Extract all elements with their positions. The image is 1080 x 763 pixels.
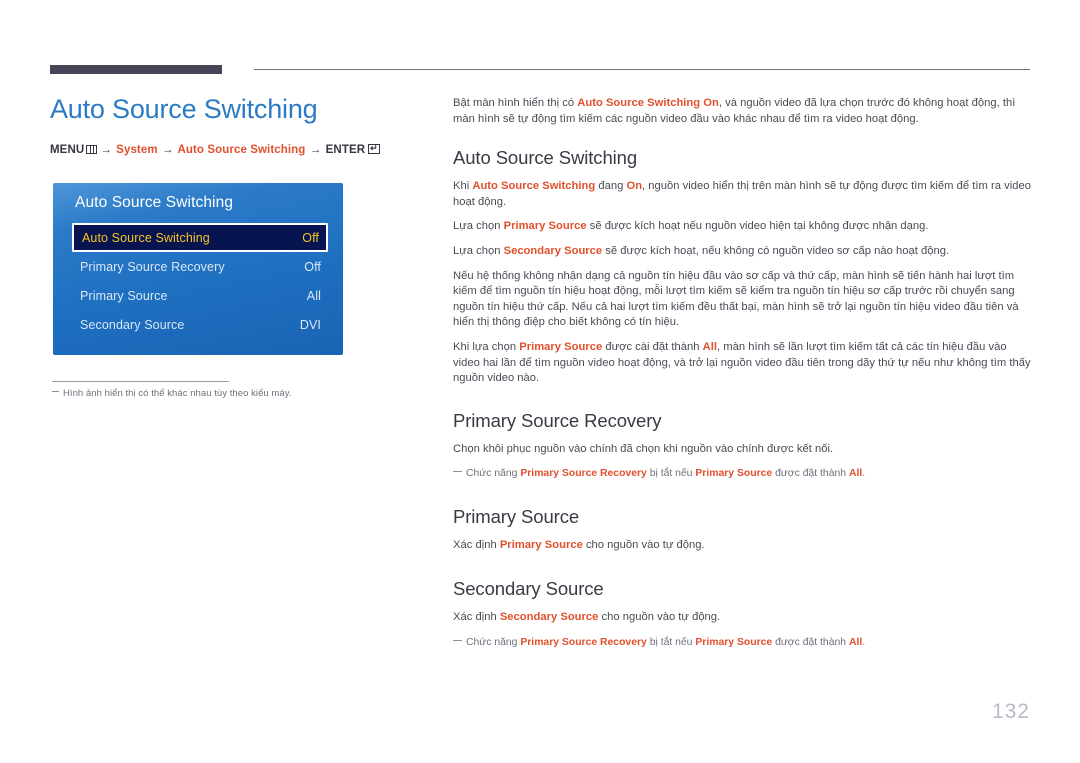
page-title: Auto Source Switching bbox=[50, 94, 318, 124]
menu-path-prefix: MENU bbox=[50, 144, 85, 156]
osd-row-label: Secondary Source bbox=[80, 317, 185, 332]
text-run: đang bbox=[595, 180, 627, 193]
left-footnote: Hình ảnh hiển thị có thể khác nhau tùy t… bbox=[52, 388, 392, 399]
osd-row-label: Primary Source Recovery bbox=[80, 259, 225, 274]
menu-grid-icon bbox=[86, 145, 98, 154]
section-paragraph: Chọn khôi phục nguồn vào chính đã chọn k… bbox=[453, 442, 1031, 458]
section-paragraph: Khi lựa chọn Primary Source được cài đặt… bbox=[453, 340, 1031, 387]
osd-panel-title: Auto Source Switching bbox=[75, 194, 234, 211]
text-run: Bật màn hình hiển thị có bbox=[453, 97, 578, 109]
footnote-dash-icon bbox=[453, 471, 462, 473]
highlight-term: Primary Source Recovery bbox=[520, 636, 647, 648]
text-run: Lựa chọn bbox=[453, 244, 504, 257]
left-column: Auto Source Switching MENU → System → Aut… bbox=[50, 92, 430, 156]
text-run: cho nguồn vào tự động. bbox=[598, 610, 721, 623]
section-note: Chức năng Primary Source Recovery bị tắt… bbox=[453, 466, 1031, 481]
text-run: . bbox=[862, 468, 866, 480]
text-run: được đặt thành bbox=[772, 636, 849, 648]
osd-row-value: DVI bbox=[299, 317, 321, 332]
text-run: Chức năng bbox=[466, 636, 521, 648]
page-number: 132 bbox=[991, 700, 1030, 723]
text-run: Nếu hệ thống không nhận dạng cả nguồn tí… bbox=[453, 269, 1019, 329]
highlight-term: Auto Source Switching On bbox=[577, 97, 719, 109]
osd-row-label: Auto Source Switching bbox=[82, 230, 210, 245]
osd-row-auto-source-switching[interactable]: Auto Source Switching Off bbox=[72, 223, 328, 252]
section-paragraph: Khi Auto Source Switching đang On, nguồn… bbox=[453, 179, 1031, 210]
highlight-term: Primary Source bbox=[695, 636, 773, 648]
footnote-dash-icon bbox=[453, 639, 462, 641]
osd-row-primary-source-recovery[interactable]: Primary Source Recovery Off bbox=[72, 252, 328, 281]
osd-row-primary-source[interactable]: Primary Source All bbox=[72, 281, 328, 310]
section-paragraph: Lựa chọn Secondary Source sẽ được kích h… bbox=[453, 244, 1031, 260]
section-note: Chức năng Primary Source Recovery bị tắt… bbox=[453, 635, 1031, 650]
highlight-term: All bbox=[848, 468, 863, 480]
section-heading: Auto Source Switching bbox=[453, 147, 638, 169]
highlight-term: All bbox=[702, 340, 717, 353]
text-run: Lựa chọn bbox=[453, 220, 504, 233]
highlight-term: Secondary Source bbox=[499, 610, 599, 623]
menu-path-breadcrumb: MENU → System → Auto Source Switching → E… bbox=[50, 144, 430, 156]
text-run: được cài đặt thành bbox=[602, 340, 703, 353]
highlight-term: Auto Source Switching bbox=[472, 180, 596, 193]
menu-path-arrow-2: → bbox=[161, 144, 174, 156]
section-heading: Secondary Source bbox=[453, 577, 604, 599]
highlight-term: On bbox=[626, 180, 643, 193]
menu-path-arrow-1: → bbox=[100, 144, 112, 156]
text-run: bị tắt nếu bbox=[646, 636, 696, 648]
text-run: . bbox=[862, 636, 866, 648]
highlight-term: Secondary Source bbox=[503, 244, 603, 257]
section-secondary-source: Secondary Source Xác định Secondary Sourc… bbox=[453, 578, 1031, 650]
osd-row-label: Primary Source bbox=[80, 288, 168, 303]
text-run: Chức năng bbox=[466, 468, 521, 480]
text-run: bị tắt nếu bbox=[646, 468, 696, 480]
highlight-term: Primary Source bbox=[499, 539, 583, 552]
section-paragraph: Lựa chọn Primary Source sẽ được kích hoạ… bbox=[453, 219, 1031, 235]
text-run: Chọn khôi phục nguồn vào chính đã chọn k… bbox=[453, 442, 834, 455]
section-paragraph: Nếu hệ thống không nhận dạng cả nguồn tí… bbox=[453, 269, 1031, 331]
section-heading: Primary Source bbox=[453, 506, 580, 528]
osd-row-value: Off bbox=[302, 230, 319, 245]
intro-paragraph: Bật màn hình hiển thị có Auto Source Swi… bbox=[453, 96, 1031, 127]
osd-row-value: Off bbox=[304, 259, 321, 274]
sections-container: Auto Source Switching Khi Auto Source Swi… bbox=[453, 147, 1031, 649]
menu-path-enter: ENTER bbox=[325, 144, 366, 156]
osd-row-secondary-source[interactable]: Secondary Source DVI bbox=[72, 310, 328, 339]
section-primary-source-recovery: Primary Source Recovery Chọn khôi phục ng… bbox=[453, 410, 1031, 482]
highlight-term: Primary Source bbox=[503, 220, 587, 233]
left-footnote-text: Hình ảnh hiển thị có thể khác nhau tùy t… bbox=[63, 388, 292, 399]
left-note-divider bbox=[52, 381, 229, 382]
enter-key-icon bbox=[368, 144, 381, 154]
text-run: sẽ được kích hoạt, nếu không có nguồn vi… bbox=[602, 244, 950, 257]
menu-path-step-system: System bbox=[116, 144, 158, 156]
section-auto-source-switching: Auto Source Switching Khi Auto Source Swi… bbox=[453, 147, 1031, 387]
section-primary-source: Primary Source Xác định Primary Source ch… bbox=[453, 506, 1031, 554]
text-run: sẽ được kích hoạt nếu nguồn video hiện t… bbox=[586, 220, 929, 233]
osd-row-value: All bbox=[306, 288, 321, 303]
text-run: Xác định bbox=[453, 539, 500, 552]
menu-path-step-auto-source-switching: Auto Source Switching bbox=[177, 144, 306, 156]
text-run: Khi lựa chọn bbox=[453, 340, 520, 353]
text-run: Khi bbox=[453, 180, 473, 193]
text-run: được đặt thành bbox=[772, 468, 849, 480]
text-run: cho nguồn vào tự động. bbox=[582, 539, 705, 552]
osd-menu-panel: Auto Source Switching Auto Source Switch… bbox=[53, 183, 343, 355]
osd-menu-list: Auto Source Switching Off Primary Source R… bbox=[72, 223, 328, 339]
section-heading: Primary Source Recovery bbox=[453, 409, 662, 431]
right-column: Bật màn hình hiển thị có Auto Source Swi… bbox=[453, 96, 1031, 659]
highlight-term: All bbox=[848, 636, 863, 648]
highlight-term: Primary Source bbox=[519, 340, 603, 353]
text-run: Xác định bbox=[453, 610, 500, 623]
menu-path-arrow-3: → bbox=[309, 144, 322, 156]
header-rule-thick bbox=[50, 65, 222, 74]
highlight-term: Primary Source bbox=[695, 468, 773, 480]
highlight-term: Primary Source Recovery bbox=[520, 468, 647, 480]
header-rule-thin bbox=[254, 69, 1030, 70]
footnote-dash-icon bbox=[52, 391, 59, 392]
section-paragraph: Xác định Secondary Source cho nguồn vào … bbox=[453, 610, 1031, 626]
section-paragraph: Xác định Primary Source cho nguồn vào tự… bbox=[453, 538, 1031, 554]
